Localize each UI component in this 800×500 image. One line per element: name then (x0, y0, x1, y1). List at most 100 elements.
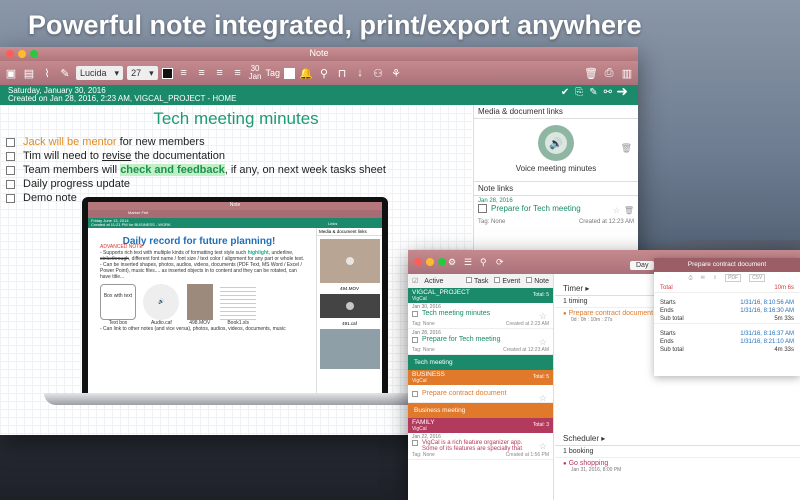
link-icon[interactable]: ⌇ (40, 66, 54, 80)
mini-titlebar: Note (88, 202, 382, 210)
text-color-swatch[interactable] (161, 67, 173, 79)
sort-icon[interactable]: ↓ (353, 66, 367, 80)
checkbox[interactable] (478, 204, 487, 213)
checkbox[interactable] (6, 179, 15, 189)
bell-icon[interactable]: 🔔 (299, 66, 313, 80)
share-icon[interactable]: ⚇ (371, 66, 385, 80)
checklist-item[interactable]: Jack will be mentor for new members (6, 135, 472, 149)
filter-event[interactable]: Event (494, 277, 520, 285)
font-name-select[interactable]: Lucida ▾ (76, 66, 124, 80)
star-icon[interactable]: ☆ (539, 441, 547, 452)
event-bar[interactable]: Tech meeting (408, 355, 553, 370)
checklist-item[interactable]: Daily progress update (6, 177, 472, 191)
list-icon[interactable]: ☰ (464, 257, 472, 268)
minimize-button[interactable] (426, 258, 434, 266)
event-bar[interactable]: Business meeting (408, 403, 553, 418)
pin-icon[interactable]: ⚲ (317, 66, 331, 80)
star-icon[interactable]: ☆ (539, 337, 547, 348)
note-link-item[interactable]: Jan 28, 2016 Prepare for Tech meeting Ta… (474, 196, 638, 227)
star-icon[interactable]: ☆ (539, 311, 547, 322)
window-title: Note (309, 48, 329, 58)
font-size-select[interactable]: 27 ▾ (127, 66, 158, 80)
network-icon[interactable]: ⚘ (389, 66, 403, 80)
align-right-icon[interactable]: ≡ (213, 66, 227, 80)
sync-icon[interactable]: ⟳ (496, 257, 504, 268)
star-icon[interactable]: ☆ (613, 206, 620, 215)
group-header[interactable]: FAMILY VigCal Total: 3 (408, 418, 553, 433)
checklist-icon: ☑ (412, 278, 419, 285)
save-icon[interactable]: ▣ (4, 66, 18, 80)
check-icon[interactable]: ✔ (561, 88, 569, 98)
document-icon[interactable]: ▤ (22, 66, 36, 80)
list-item[interactable]: Prepare contract document ☆ (408, 385, 553, 403)
checkbox[interactable] (6, 193, 15, 203)
checklist-item[interactable]: Team members will check and feedback, if… (6, 163, 472, 177)
attachment-audio[interactable]: 🔊 Audio.caf (143, 284, 180, 326)
align-left-icon[interactable]: ≡ (177, 66, 191, 80)
lock-icon[interactable]: ⊓ (335, 66, 349, 80)
print-icon[interactable]: ⎙ (689, 275, 693, 281)
timer-popup: Prepare contract document ⎙ ✉ ⇪ PDF CSV … (654, 258, 800, 376)
list-item[interactable]: Jan 30, 2016 Tech meeting minutes Tag: N… (408, 303, 553, 329)
note-created: Created on Jan 28, 2016, 2:23 AM, VIGCAL… (8, 94, 237, 103)
filter-task[interactable]: Task (466, 277, 488, 285)
close-button[interactable] (414, 258, 422, 266)
align-justify-icon[interactable]: ≡ (231, 66, 245, 80)
checkbox[interactable] (6, 137, 15, 147)
date-picker[interactable]: 30 Jan (249, 65, 262, 81)
voice-memo-button[interactable]: 🔊 (538, 125, 574, 161)
group-header[interactable]: BUSINESS VigCal Total: 5 (408, 370, 553, 385)
trash-icon[interactable]: 🗑 (621, 143, 632, 154)
mini-toolbar: Marker Felt (88, 210, 382, 218)
popup-title: Prepare contract document (654, 258, 800, 272)
location-icon[interactable]: ⚲ (480, 257, 487, 268)
note-toolbar: ▣ ▤ ⌇ ✎ Lucida ▾ 27 ▾ ≡ ≡ ≡ ≡ 30 Jan Tag 🔔 … (0, 61, 638, 85)
laptop-screen: Note Marker Felt Friday June 13, 2014 Cre… (88, 202, 382, 393)
edit-icon[interactable]: ✎ (589, 88, 597, 98)
checklist-item[interactable]: Tim will need to revise the documentatio… (6, 149, 472, 163)
attachment-textbox[interactable]: Box with text Text box (100, 284, 136, 326)
tag-button[interactable]: Tag (266, 68, 281, 78)
share-icon[interactable]: ⇪ (713, 275, 717, 281)
item-list: ☑ Active Task Event Note VIGCAL_PROJECT V… (408, 274, 554, 500)
forward-arrow-icon[interactable]: ➜ (616, 84, 628, 98)
day-view-button[interactable]: Day (630, 261, 655, 270)
list-item[interactable]: Jan 28, 2016 Prepare for Tech meeting Ta… (408, 329, 553, 355)
group-header[interactable]: VIGCAL_PROJECT VigCal Total: 5 (408, 288, 553, 303)
note-titlebar: Note (0, 47, 638, 61)
speaker-icon: 🔊 (545, 132, 567, 154)
trash-icon[interactable]: 🗑 (624, 206, 634, 215)
align-center-icon[interactable]: ≡ (195, 66, 209, 80)
list-item[interactable]: Jan 22, 2016 VigCal is a rich feature or… (408, 433, 553, 460)
attach-icon[interactable]: ⎘ (575, 88, 583, 98)
pen-icon[interactable]: ✎ (58, 66, 72, 80)
laptop-mockup: Note Marker Felt Friday June 13, 2014 Cre… (82, 197, 388, 393)
mini-side-panel: Media & document links 494.MOV 491.caf (316, 228, 382, 393)
checkbox[interactable] (6, 151, 15, 161)
booking-count: 1 booking (555, 446, 800, 458)
note-color-swatch[interactable] (284, 67, 296, 79)
csv-button[interactable]: CSV (749, 274, 766, 282)
calendar-window: ⚙ ☰ ⚲ ⟳ Day ☑ Active Task Event Note VIG… (408, 250, 800, 500)
booking-item[interactable]: ● Go shopping Jan 31, 2016, 8:00 PM (555, 458, 800, 475)
print-icon[interactable]: ⎙ (602, 66, 616, 80)
note-title: Tech meeting minutes (153, 109, 319, 128)
filter-active[interactable]: Active (424, 278, 443, 285)
gear-icon[interactable]: ⚙ (448, 257, 456, 268)
attachment-spreadsheet[interactable]: Book1.xls (220, 284, 257, 326)
scheduler-heading[interactable]: Scheduler ▸ (555, 432, 800, 446)
checkbox[interactable] (6, 165, 15, 175)
filter-note[interactable]: Note (526, 277, 549, 285)
mail-icon[interactable]: ✉ (701, 275, 705, 281)
pdf-button[interactable]: PDF (725, 274, 742, 282)
more-icon[interactable]: ▥ (620, 66, 634, 80)
note-links-heading: Note links (474, 181, 638, 196)
chain-icon[interactable]: ⚯ (604, 88, 612, 98)
voice-label: Voice meeting minutes (515, 164, 597, 173)
trash-icon[interactable]: 🗑 (584, 66, 598, 80)
mini-note-body: ADVANCED NOTE - Supports rich text with … (100, 244, 305, 332)
mini-header: Friday June 13, 2014 Created at 11:21 PM … (88, 218, 382, 228)
attachment-video[interactable]: 498.MOV (186, 284, 213, 326)
maximize-button[interactable] (438, 258, 446, 266)
star-icon[interactable]: ☆ (539, 393, 547, 404)
